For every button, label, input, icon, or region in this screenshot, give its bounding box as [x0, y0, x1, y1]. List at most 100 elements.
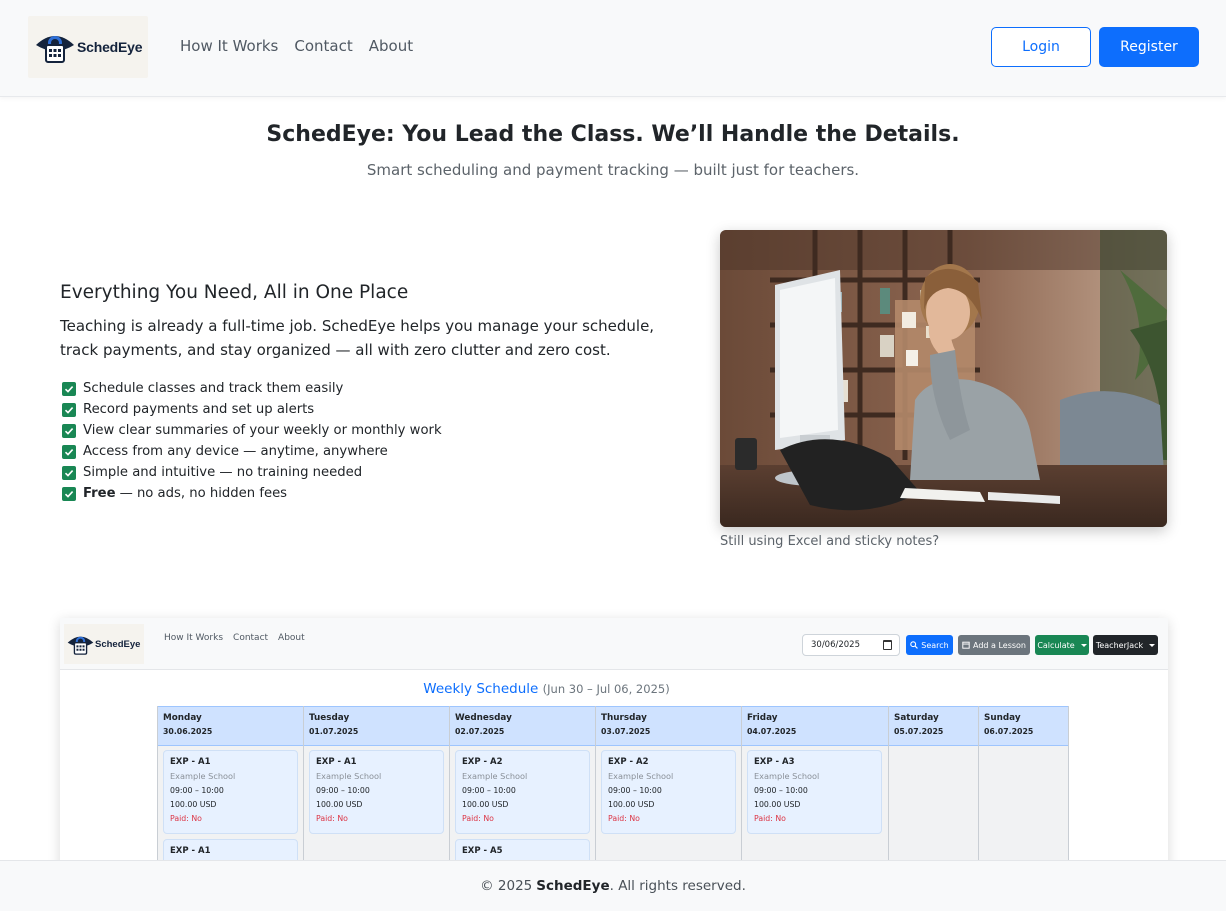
day-header: Wednesday 02.07.2025: [450, 706, 595, 746]
day-header: Tuesday 01.07.2025: [304, 706, 449, 746]
feature-text: Access from any device — anytime, anywhe…: [83, 444, 388, 459]
preview-date-input: 30/06/2025: [802, 634, 900, 656]
lesson-card: EXP - A1 Example School 09:00 – 10:00 10…: [163, 750, 298, 834]
feature-text: View clear summaries of your weekly or m…: [83, 423, 442, 438]
footer-brand: SchedEye: [536, 878, 610, 894]
page-footer: © 2025 SchedEye. All rights reserved.: [0, 860, 1226, 911]
lesson-paid-status: Paid: No: [462, 814, 494, 823]
preview-brand-name: SchedEye: [95, 638, 141, 650]
lesson-paid-status: Paid: No: [754, 814, 786, 823]
brand-name: SchedEye: [77, 39, 143, 55]
list-item: Free — no ads, no hidden fees: [62, 483, 442, 504]
lesson-card: EXP - A3 Example School 09:00 – 10:00 10…: [747, 750, 882, 834]
lesson-code: EXP - A5: [462, 846, 503, 856]
lesson-school: Example School: [462, 771, 528, 781]
day-name: Wednesday: [455, 713, 512, 723]
lesson-school: Example School: [754, 771, 820, 781]
day-header: Saturday 05.07.2025: [889, 706, 978, 746]
chevron-down-icon: [1080, 643, 1087, 647]
lesson-card: EXP - A2 Example School 09:00 – 10:00 10…: [601, 750, 736, 834]
preview-nav-links: How It Works Contact About: [164, 633, 305, 643]
lesson-paid-status: Paid: No: [170, 814, 202, 823]
list-item: Record payments and set up alerts: [62, 399, 442, 420]
day-date: 03.07.2025: [601, 727, 651, 736]
list-item: Access from any device — anytime, anywhe…: [62, 441, 442, 462]
top-navbar: SchedEye How It Works Contact About Logi…: [0, 0, 1226, 97]
checkmark-icon: [62, 465, 76, 480]
day-date: 06.07.2025: [984, 727, 1034, 736]
calendar-icon: [962, 641, 970, 649]
lesson-school: Example School: [170, 771, 236, 781]
lesson-time: 09:00 – 10:00: [170, 786, 224, 795]
preview-date-value: 30/06/2025: [811, 640, 860, 650]
lesson-code: EXP - A1: [170, 757, 211, 767]
day-name: Monday: [163, 713, 202, 723]
lesson-amount: 100.00 USD: [316, 800, 363, 809]
lesson-time: 09:00 – 10:00: [316, 786, 370, 795]
lesson-code: EXP - A1: [316, 757, 357, 767]
day-column-friday: Friday 04.07.2025 EXP - A3 Example Schoo…: [742, 706, 889, 878]
lesson-time: 09:00 – 10:00: [754, 786, 808, 795]
features-description: Teaching is already a full-time job. Sch…: [60, 317, 655, 359]
features-title: Everything You Need, All in One Place: [60, 282, 409, 303]
lesson-code: EXP - A3: [754, 757, 795, 767]
feature-list: Schedule classes and track them easily R…: [62, 378, 442, 504]
nav-link-contact[interactable]: Contact: [294, 37, 352, 55]
register-button[interactable]: Register: [1099, 27, 1199, 67]
day-column-saturday: Saturday 05.07.2025: [889, 706, 979, 878]
day-name: Friday: [747, 713, 778, 723]
day-header: Sunday 06.07.2025: [979, 706, 1068, 746]
day-date: 02.07.2025: [455, 727, 505, 736]
preview-add-lesson-label: Add a Lesson: [972, 640, 1026, 650]
preview-add-lesson-button: Add a Lesson: [958, 635, 1030, 655]
lesson-code: EXP - A2: [462, 757, 503, 767]
photo-caption: Still using Excel and sticky notes?: [720, 534, 940, 549]
lesson-paid-status: Paid: No: [608, 814, 640, 823]
login-button[interactable]: Login: [991, 27, 1091, 67]
checkmark-icon: [62, 486, 76, 501]
day-column-monday: Monday 30.06.2025 EXP - A1 Example Schoo…: [158, 706, 304, 878]
lesson-card: EXP - A2 Example School 09:00 – 10:00 10…: [455, 750, 590, 834]
preview-brand-logo: SchedEye: [64, 624, 144, 664]
checkmark-icon: [62, 381, 76, 396]
day-name: Sunday: [984, 713, 1021, 723]
feature-text: — no ads, no hidden fees: [119, 486, 288, 501]
day-date: 01.07.2025: [309, 727, 359, 736]
schedeye-logo-icon: [67, 636, 94, 655]
preview-calculate-dropdown: Calculate: [1035, 635, 1089, 655]
preview-navbar: SchedEye How It Works Contact About 30/0…: [60, 618, 1168, 670]
day-header: Friday 04.07.2025: [742, 706, 888, 746]
checkmark-icon: [62, 444, 76, 459]
schedeye-logo-icon: [36, 36, 74, 63]
chevron-down-icon: [1149, 643, 1156, 647]
weekly-calendar-grid: Monday 30.06.2025 EXP - A1 Example Schoo…: [157, 706, 1069, 878]
hero-subtitle: Smart scheduling and payment tracking — …: [366, 161, 860, 179]
lesson-card: EXP - A1 Example School 09:00 – 10:00 10…: [309, 750, 444, 834]
nav-link-how-it-works[interactable]: How It Works: [180, 37, 278, 55]
lesson-amount: 100.00 USD: [608, 800, 655, 809]
day-header: Monday 30.06.2025: [158, 706, 303, 746]
lesson-code: EXP - A1: [170, 846, 211, 856]
preview-nav-link-how-it-works: How It Works: [164, 633, 224, 643]
preview-search-label: Search: [921, 640, 949, 650]
calendar-icon: [883, 640, 892, 650]
preview-schedule-title: Weekly Schedule (Jun 30 – Jul 06, 2025): [60, 681, 1033, 697]
lesson-amount: 100.00 USD: [170, 800, 217, 809]
nav-link-about[interactable]: About: [369, 37, 413, 55]
lesson-school: Example School: [316, 771, 382, 781]
checkmark-icon: [62, 423, 76, 438]
lesson-code: EXP - A2: [608, 757, 649, 767]
day-column-tuesday: Tuesday 01.07.2025 EXP - A1 Example Scho…: [304, 706, 450, 878]
brand-logo[interactable]: SchedEye: [28, 16, 148, 78]
preview-user-dropdown: TeacherJack: [1093, 635, 1158, 655]
preview-search-button: Search: [906, 635, 953, 655]
lesson-amount: 100.00 USD: [754, 800, 801, 809]
footer-copyright: © 2025: [480, 878, 533, 894]
search-icon: [910, 641, 919, 649]
list-item: Schedule classes and track them easily: [62, 378, 442, 399]
stressed-teacher-illustration: [720, 230, 1167, 527]
preview-user-label: TeacherJack: [1095, 640, 1144, 650]
hero-photo: [720, 230, 1167, 527]
feature-text: Record payments and set up alerts: [83, 402, 315, 417]
day-header: Thursday 03.07.2025: [596, 706, 741, 746]
